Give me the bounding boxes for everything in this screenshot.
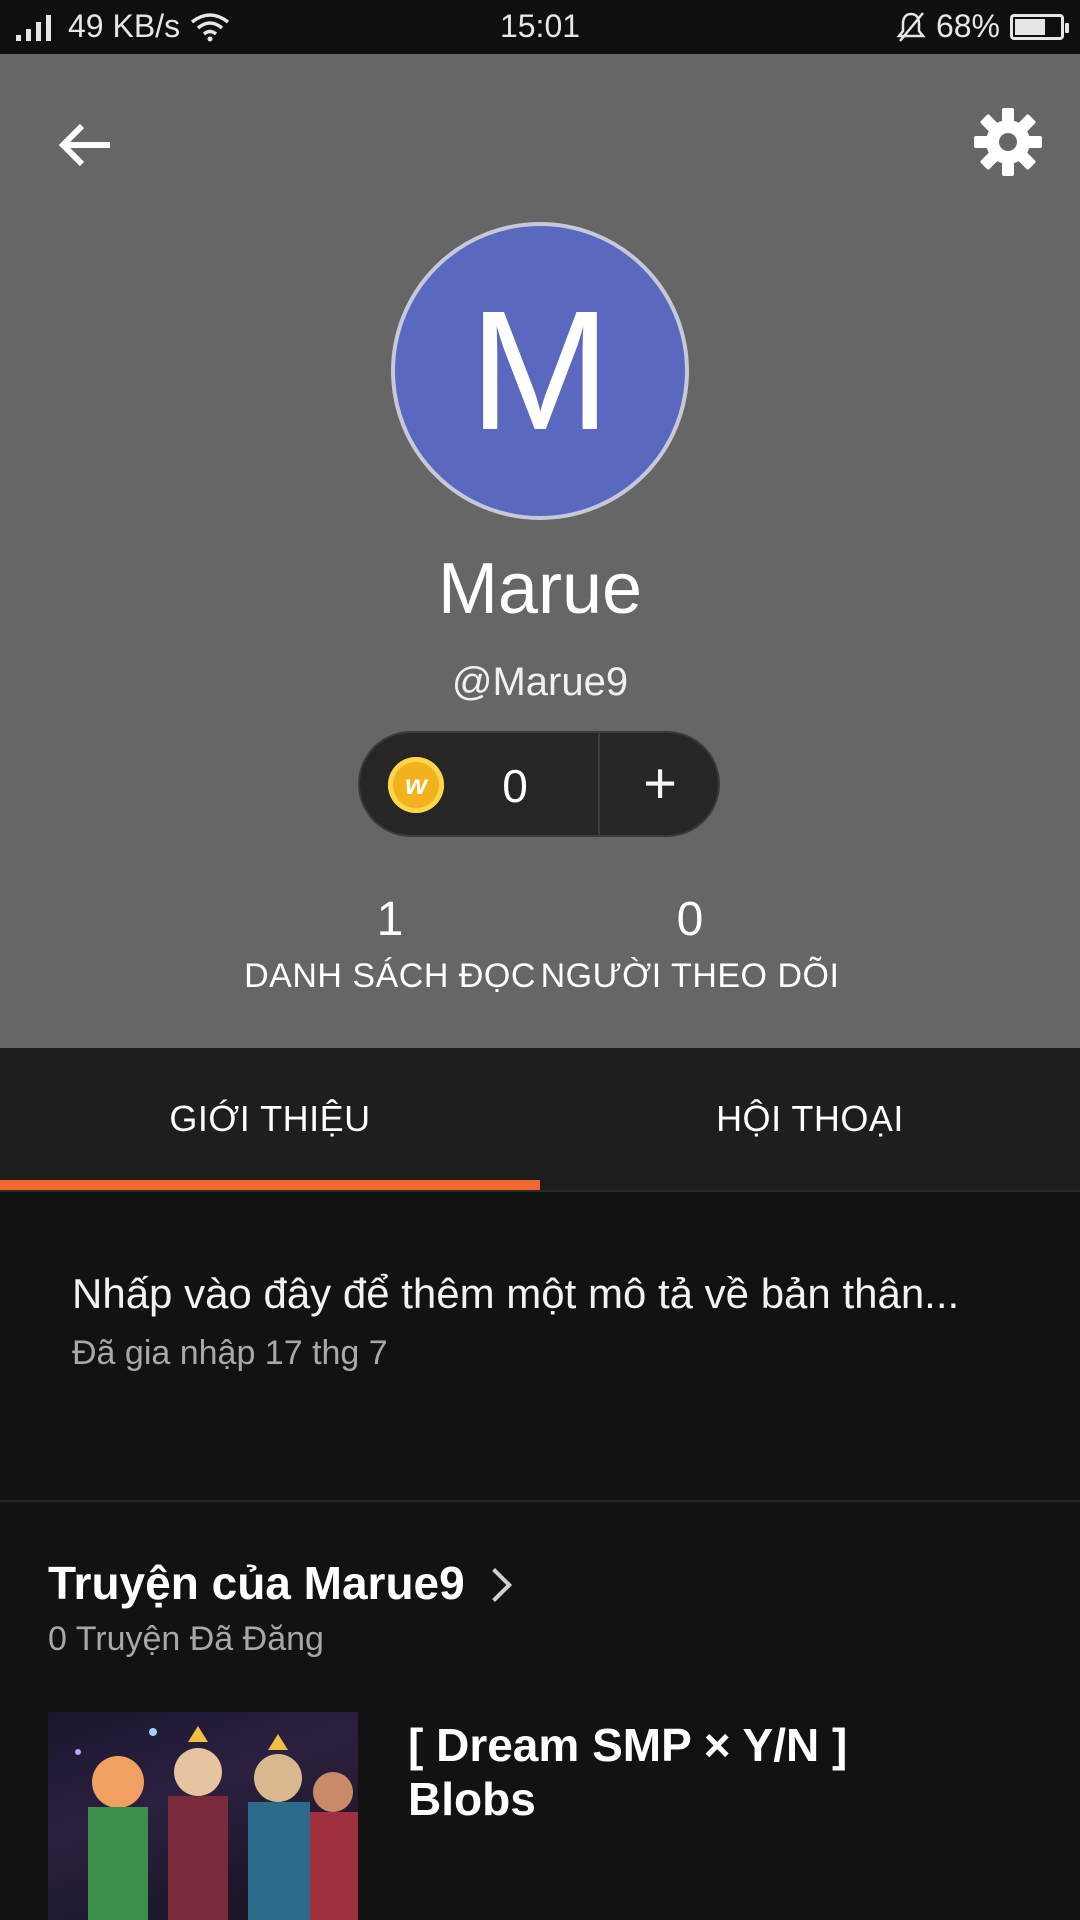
add-coins-button[interactable]: + <box>600 733 720 835</box>
back-arrow-icon[interactable] <box>50 110 120 180</box>
story-cover-image[interactable] <box>48 1712 358 1920</box>
battery-icon <box>1010 13 1069 40</box>
reading-lists-stat[interactable]: 1 DANH SÁCH ĐỌC <box>240 892 540 996</box>
active-tab-indicator <box>0 1180 540 1190</box>
stories-title: Truyện của Marue9 <box>48 1557 465 1609</box>
settings-gear-icon[interactable] <box>970 104 1046 180</box>
plus-icon: + <box>643 751 677 816</box>
followers-stat[interactable]: 0 NGƯỜI THEO DÕI <box>540 892 840 996</box>
add-description-prompt[interactable]: Nhấp vào đây để thêm một mô tả về bản th… <box>72 1270 959 1318</box>
status-bar: 49 KB/s 15:01 68% <box>0 0 1080 54</box>
profile-tabs: GIỚI THIỆU HỘI THOẠI <box>0 1048 1080 1192</box>
profile-header: M Marue @Marue9 w 0 + 1 DANH SÁCH ĐỌC 0 … <box>0 54 1080 1048</box>
avatar[interactable]: M <box>391 222 689 520</box>
followers-label: NGƯỜI THEO DÕI <box>540 957 840 995</box>
reading-lists-count: 1 <box>376 893 404 946</box>
battery-percent: 68% <box>935 8 1000 44</box>
story-title[interactable]: [ Dream SMP × Y/N ] Blobs <box>408 1718 968 1827</box>
coin-count: 0 <box>502 760 528 812</box>
tab-conversations[interactable]: HỘI THOẠI <box>540 1048 1080 1190</box>
about-section: Nhấp vào đây để thêm một mô tả về bản th… <box>0 1192 1080 1502</box>
coin-balance-pill[interactable]: w 0 + <box>358 731 720 837</box>
username: @Marue9 <box>451 660 629 704</box>
avatar-letter: M <box>469 276 611 466</box>
tab-about[interactable]: GIỚI THIỆU <box>0 1048 540 1190</box>
cover-illustration <box>75 1726 358 1920</box>
reading-lists-label: DANH SÁCH ĐỌC <box>244 957 536 995</box>
stories-header[interactable]: Truyện của Marue9 <box>48 1556 512 1610</box>
bell-muted-icon <box>896 11 926 42</box>
chevron-right-icon <box>477 1568 512 1602</box>
joined-date: Đã gia nhập 17 thg 7 <box>72 1334 388 1372</box>
followers-count: 0 <box>676 893 704 946</box>
coin-icon: w <box>388 757 444 813</box>
story-card[interactable]: [ Dream SMP × Y/N ] Blobs <box>48 1712 1038 1920</box>
display-name: Marue <box>437 549 643 629</box>
stories-count: 0 Truyện Đã Đăng <box>48 1620 324 1658</box>
